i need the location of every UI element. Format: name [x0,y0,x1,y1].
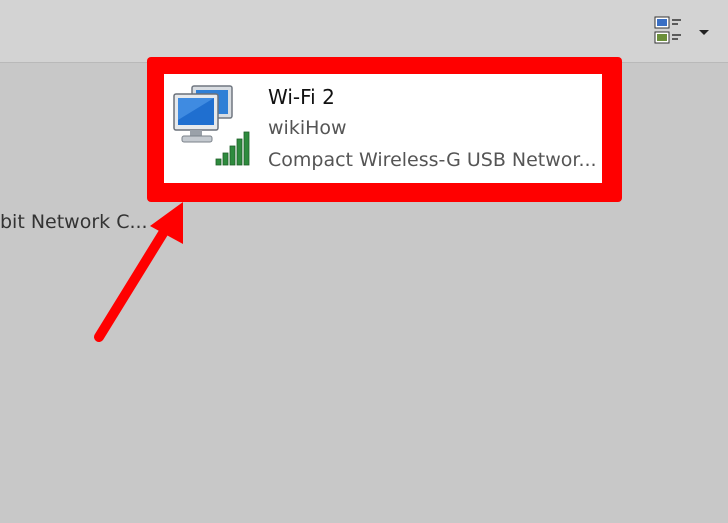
annotation-arrow [94,202,183,342]
